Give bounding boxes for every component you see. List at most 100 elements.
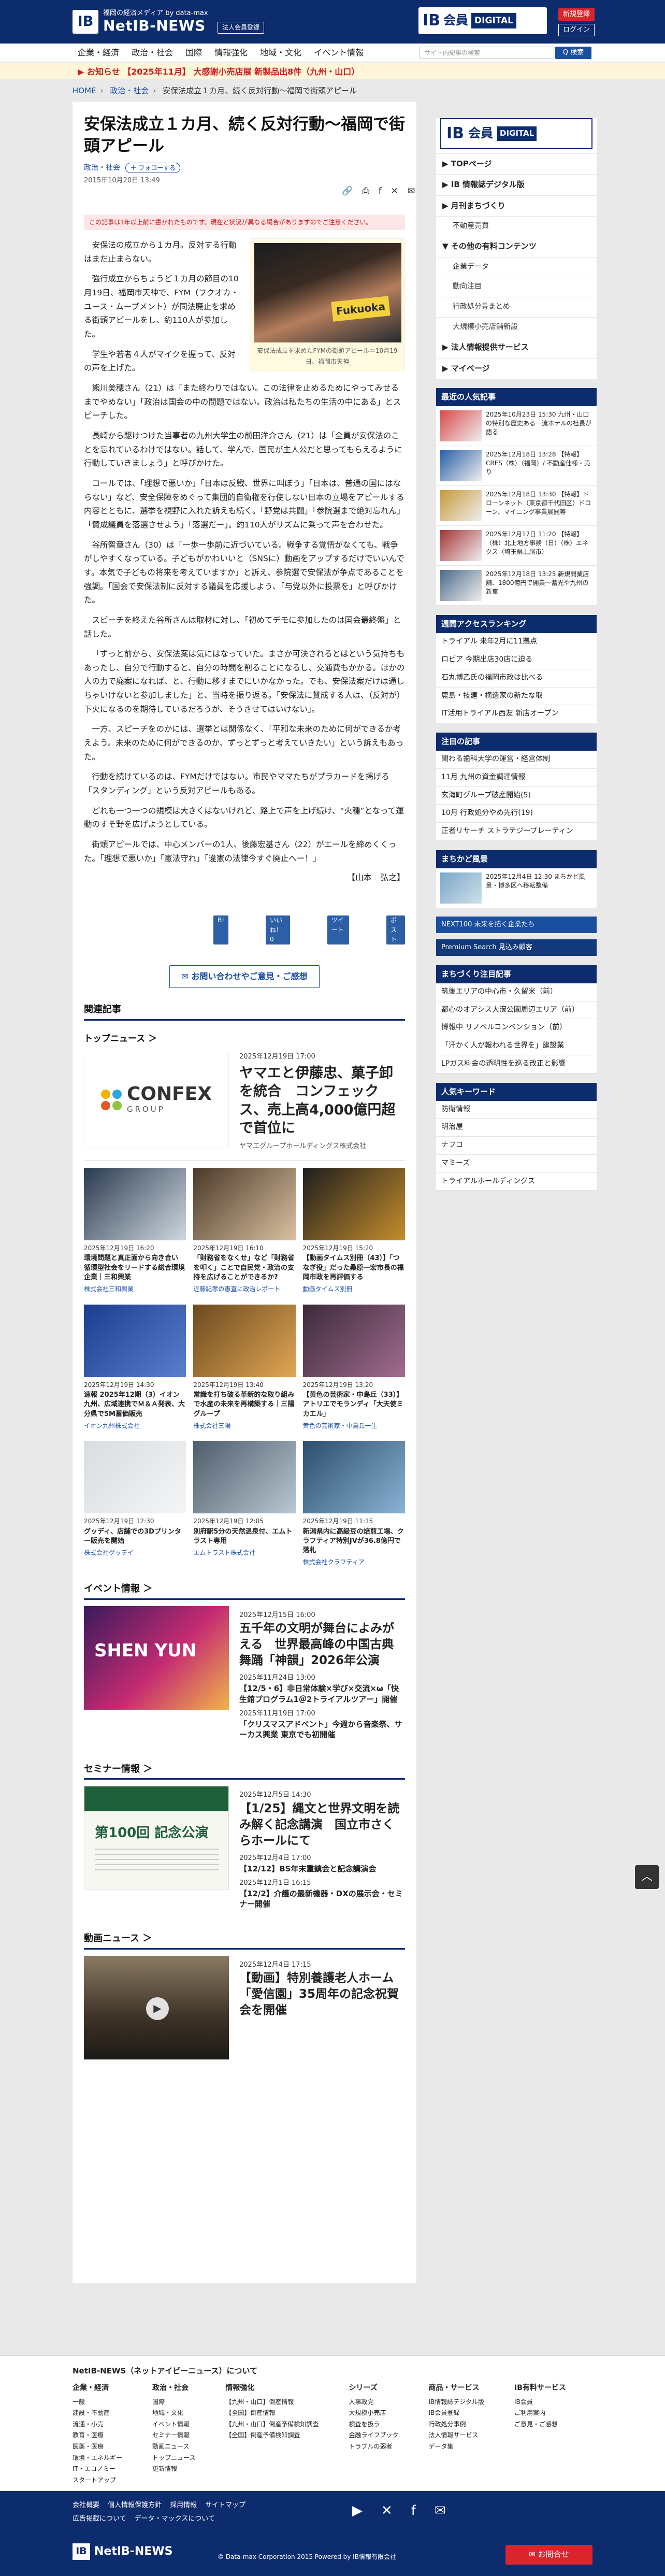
- social-share-button[interactable]: いいね！0: [266, 915, 290, 944]
- access-ranking-item[interactable]: IT活用トライアル西友 新店オープン: [436, 705, 597, 723]
- sidebar-menu-item[interactable]: 行政処分등まとめ: [436, 297, 597, 317]
- shen-yun-banner[interactable]: SHEN YUN: [84, 1606, 229, 1710]
- footer-column-heading[interactable]: 情報強化: [225, 2383, 319, 2394]
- news-card-company[interactable]: 株式会社クラフティア: [303, 1557, 405, 1567]
- keyword-item[interactable]: ナフコ: [436, 1137, 597, 1155]
- popular-item[interactable]: 2025年12月18日 13:28 【特報】CRES（株）（福岡）/ 不動産仕様…: [436, 446, 597, 486]
- premium-search-banner[interactable]: Premium Search 見込み顧客: [436, 939, 597, 956]
- footer-logo[interactable]: IB NetIB-NEWS: [73, 2543, 173, 2560]
- play-icon[interactable]: ▶: [146, 1997, 169, 2020]
- news-card-title[interactable]: 「財務省をなくせ」など「財務省を叩く」ことで自民党・政治の支持を広げることができ…: [193, 1254, 295, 1282]
- footer-bottom-link[interactable]: 会社概要: [73, 2500, 99, 2511]
- nav-item[interactable]: 地域・文化: [260, 47, 301, 60]
- news-card[interactable]: 2025年12月19日 13:40 常識を打ち破る革新的な取り組みで水産の未来を再…: [193, 1304, 296, 1431]
- news-card[interactable]: 2025年12月19日 13:20 【黄色の芸術家・中島丘（33）】アトリエでモラ…: [302, 1304, 405, 1431]
- footer-link[interactable]: 【九州・山口】倒産予備検知調査: [225, 2420, 319, 2429]
- footer-link[interactable]: スタートアップ: [73, 2475, 122, 2485]
- nav-item[interactable]: 政治・社会: [132, 47, 173, 60]
- footer-link[interactable]: 動画ニュース: [152, 2442, 195, 2452]
- feature-item[interactable]: 玄海町グループ破産開始(5): [436, 787, 597, 805]
- seminar-banner[interactable]: 第100回 記念公演: [84, 1786, 229, 1890]
- footer-column-heading[interactable]: 政治・社会: [152, 2383, 195, 2394]
- pickup-item[interactable]: 「汗かく人が報われる世界を」建設業: [436, 1037, 597, 1055]
- news-card[interactable]: 2025年12月19日 14:30 速報 2025年12期（3）イオン九州、広域連…: [84, 1304, 186, 1431]
- facebook-icon[interactable]: f: [379, 184, 382, 198]
- footer-link[interactable]: 大規模小売店: [349, 2408, 398, 2418]
- news-card-title[interactable]: 別府駅5分の天然温泉付、エムトラスト専用: [193, 1527, 295, 1546]
- footer-column-heading[interactable]: シリーズ: [349, 2383, 398, 2394]
- news-card-company[interactable]: 黄色の芸術家・中島丘一生: [303, 1421, 405, 1431]
- news-card-title[interactable]: 【動画タイムス別冊（43）】「つなぎ役」だった桑原一宏市長の福岡市政を再評価する: [303, 1254, 405, 1282]
- news-card-title[interactable]: 新潟県内に高級豆の焙煎工場、クラフティア特別JVが36.8億円で落札: [303, 1527, 405, 1556]
- footer-bottom-link[interactable]: 個人情報保護方針: [108, 2500, 162, 2511]
- feature-item[interactable]: 10月 行政処分やめ先行(19): [436, 805, 597, 823]
- mail-icon[interactable]: ✉: [435, 2500, 446, 2521]
- footer-bottom-link[interactable]: 採用情報: [170, 2500, 197, 2511]
- sidebar-menu-item[interactable]: 動向注目: [436, 277, 597, 297]
- footer-link[interactable]: ご利用案内: [514, 2408, 566, 2418]
- follow-button[interactable]: ＋ フォローする: [125, 162, 181, 174]
- pickup-item[interactable]: LPガス料金の透明性を巡る改正と影響: [436, 1055, 597, 1074]
- footer-link[interactable]: イベント情報: [152, 2420, 195, 2429]
- seminars-heading[interactable]: セミナー情報 ＞: [84, 1762, 405, 1780]
- social-share-button[interactable]: B!: [213, 915, 229, 944]
- feature-item[interactable]: 正者リサーチ ストラテジーブレーティン: [436, 823, 597, 841]
- sidebar-menu-item[interactable]: ▶ 法人情報提供サービス: [436, 337, 597, 357]
- events-item-title[interactable]: 「クリスマスアドベント」今週から音楽祭、サーカス興業 東京でも初開催: [239, 1719, 405, 1740]
- news-card[interactable]: 2025年12月19日 15:20 【動画タイムス別冊（43）】「つなぎ役」だった…: [302, 1167, 405, 1294]
- footer-link[interactable]: トラブルの弱者: [349, 2442, 398, 2452]
- news-card[interactable]: 2025年12月19日 16:20 環境問題と真正面から向き合い 循環型社会をリー…: [84, 1167, 186, 1294]
- news-card-title[interactable]: 常識を打ち破る革新的な取り組みで水産の未来を再構築する｜三陽グループ: [193, 1391, 295, 1419]
- footer-link[interactable]: 一般: [73, 2397, 122, 2407]
- seminars-item-title[interactable]: 【12/12】BS年末重鎮会と記念講演会: [239, 1864, 405, 1874]
- social-share-button[interactable]: ポスト: [386, 915, 405, 944]
- news-card[interactable]: 2025年12月19日 12:05 別府駅5分の天然温泉付、エムトラスト専用 エムト…: [193, 1441, 296, 1567]
- x-icon[interactable]: ✕: [391, 184, 398, 198]
- news-card[interactable]: 2025年12月19日 11:15 新潟県内に高級豆の焙煎工場、クラフティア特別J…: [302, 1441, 405, 1567]
- popular-item[interactable]: 2025年12月18日 13:25 新規開業店舗、1800億円で開業～蓄光や九州…: [436, 566, 597, 606]
- events-heading[interactable]: イベント情報 ＞: [84, 1582, 405, 1600]
- news-card-company[interactable]: エムトラスト株式会社: [193, 1548, 295, 1558]
- footer-link[interactable]: 法人情報サービス: [428, 2430, 484, 2440]
- footer-link[interactable]: IB会員: [514, 2397, 566, 2407]
- login-button[interactable]: ログイン: [558, 24, 595, 36]
- keyword-item[interactable]: マミーズ: [436, 1155, 597, 1173]
- seminars-item-title[interactable]: 【1/25】縄文と世界文明を読み解く記念講演 国立市さくらホールにて: [239, 1801, 405, 1849]
- facebook-icon[interactable]: f: [411, 2500, 416, 2521]
- notice-text[interactable]: ▶ お知らせ 【2025年11月】 大感謝小売店展 新製品出8件（九州・山口）: [78, 66, 359, 79]
- top-news-title[interactable]: ヤマエと伊藤忠、菓子卸を統合 コンフェックス、売上高4,000億円超で首位に: [239, 1064, 405, 1137]
- news-card-title[interactable]: 速報 2025年12期（3）イオン九州、広域連携でＭ＆Ａ発表、大分県で5M蓄価販…: [84, 1391, 186, 1419]
- access-ranking-item[interactable]: トライアル 来年2月に11拠点: [436, 633, 597, 652]
- footer-link[interactable]: IB情報誌デジタル版: [428, 2397, 484, 2407]
- news-card-title[interactable]: 環境問題と真正面から向き合い 循環型社会をリードする総合環境企業｜三和興業: [84, 1254, 186, 1282]
- keyword-item[interactable]: 防衛情報: [436, 1101, 597, 1119]
- events-item-title[interactable]: 【12/5・6】非日常体験×学び×交流×ω「快生館プログラム1＠2トライアルツア…: [239, 1683, 405, 1705]
- sidebar-menu-item[interactable]: 大規模小売店舗新設: [436, 317, 597, 337]
- video-thumbnail[interactable]: ▶: [84, 1955, 229, 2059]
- breadcrumb-home[interactable]: HOME: [73, 86, 96, 95]
- footer-column-heading[interactable]: IB有料サービス: [514, 2383, 566, 2394]
- search-input[interactable]: サイト内記事の検索: [420, 47, 554, 59]
- footer-link[interactable]: 国際: [152, 2397, 195, 2407]
- sidebar-menu-item[interactable]: ▶ IB 情報誌デジタル版: [436, 174, 597, 195]
- footer-link[interactable]: 建設・不動産: [73, 2408, 122, 2418]
- keyword-item[interactable]: 明治屋: [436, 1119, 597, 1137]
- footer-link[interactable]: ご意見・ご感想: [514, 2420, 566, 2429]
- footer-link[interactable]: 金融ライフブック: [349, 2430, 398, 2440]
- news-card-company[interactable]: 株式会社グッデイ: [84, 1548, 186, 1558]
- events-item-title[interactable]: 五千年の文明が舞台によみがえる 世界最高峰の中国古典舞踊「神韻」2026年公演: [239, 1621, 405, 1669]
- news-card-title[interactable]: 【黄色の芸術家・中島丘（33）】アトリエでモランディ「大天使ミカエル」: [303, 1391, 405, 1419]
- sidebar-menu-item[interactable]: ▶ TOPページ: [436, 153, 597, 174]
- sidebar-menu-item[interactable]: 不動産売買: [436, 216, 597, 236]
- footer-link[interactable]: IT・エコノミー: [73, 2464, 122, 2474]
- mail-icon[interactable]: ✉: [408, 184, 415, 198]
- popular-item[interactable]: 2025年10月23日 15:30 九州・山口の特別な歴史ある一流ホテルの社長が…: [436, 406, 597, 447]
- footer-link[interactable]: 人事政党: [349, 2397, 398, 2407]
- news-card-company[interactable]: イオン九州株式会社: [84, 1421, 186, 1431]
- pickup-item[interactable]: 都心のオアシス大濠公園周辺エリア（前）: [436, 1001, 597, 1020]
- feature-item[interactable]: 関わる歯科大学の運営・経営体制: [436, 751, 597, 769]
- seminars-item-title[interactable]: 【12/2】介護の最新機器・DXの展示会・セミナー開催: [239, 1888, 405, 1910]
- sidebar-menu-item[interactable]: ▶ 月刊まちづくり: [436, 195, 597, 216]
- access-ranking-item[interactable]: ロピア 今期出店30店に迫る: [436, 651, 597, 669]
- videos-heading[interactable]: 動画ニュース ＞: [84, 1931, 405, 1950]
